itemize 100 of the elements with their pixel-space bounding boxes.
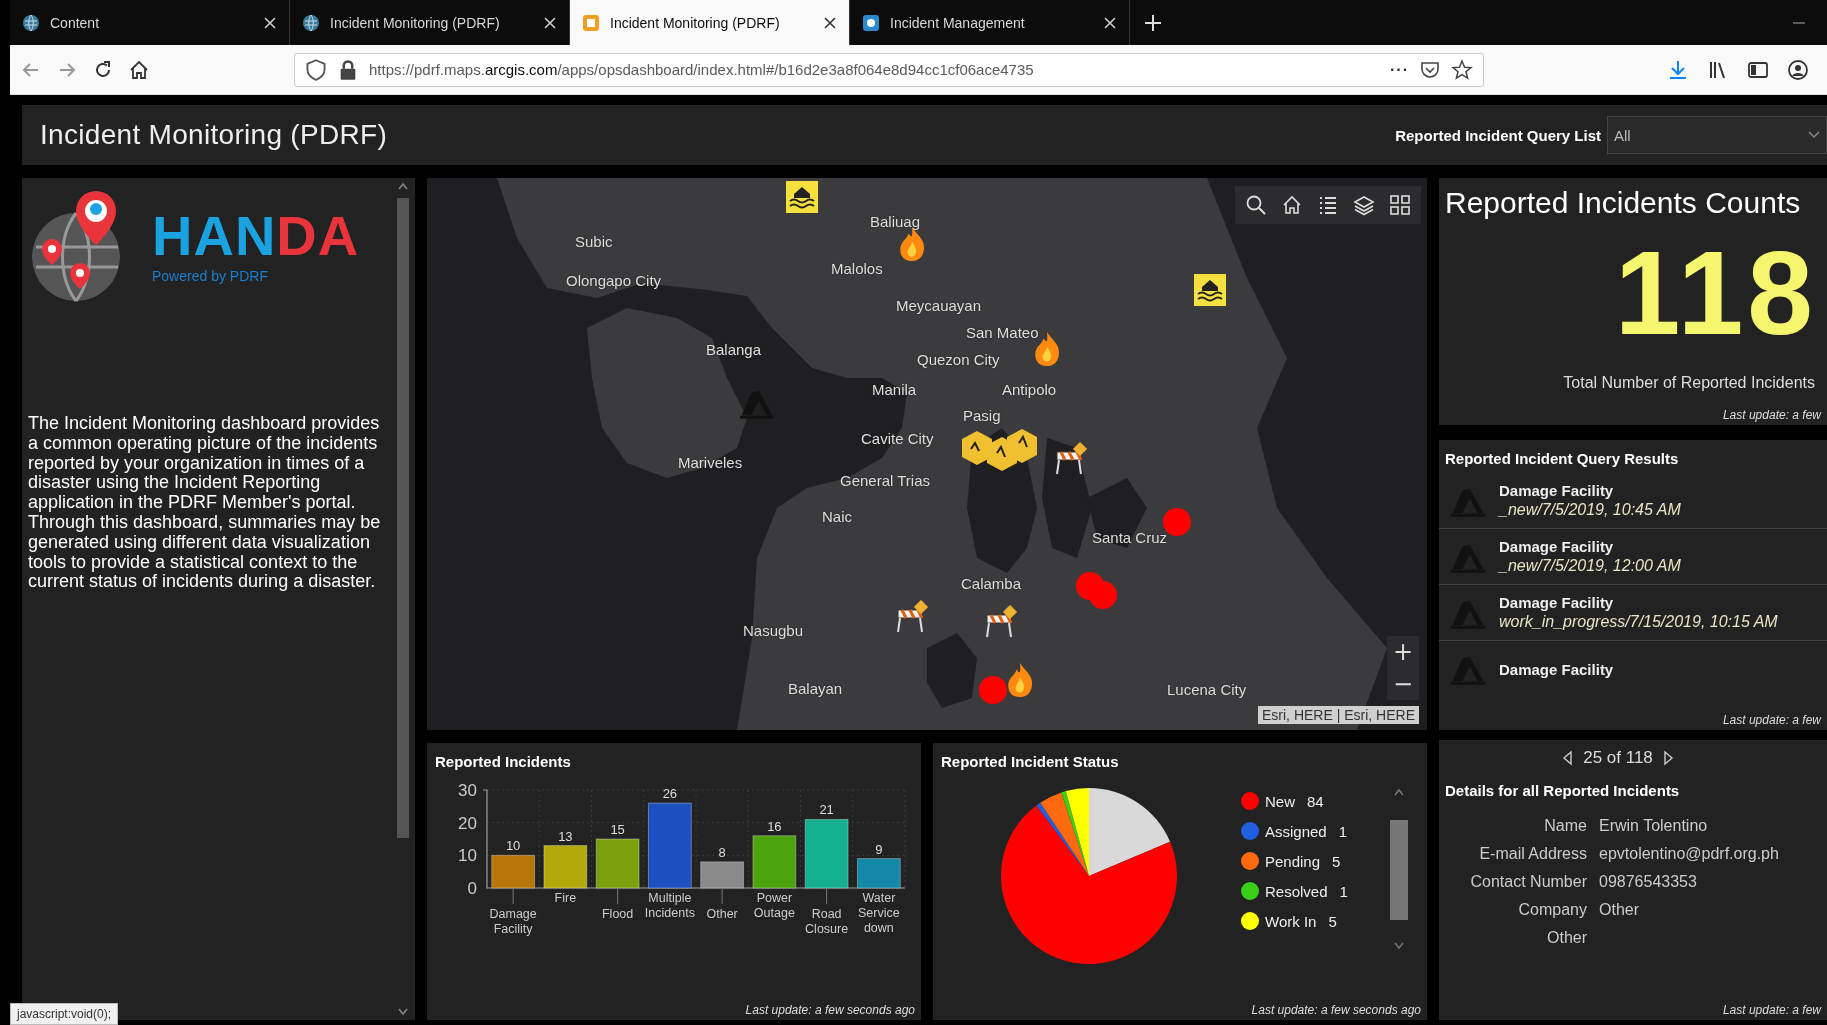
legend-label: Assigned [1265, 822, 1327, 840]
chart-bar[interactable] [595, 838, 640, 889]
axis-label: Damage Facility [489, 907, 537, 936]
axis-label: Multiple Incidents [644, 891, 695, 920]
legend-label: Resolved [1265, 882, 1328, 900]
caret-icon [1808, 131, 1820, 139]
result-item[interactable]: Damage Facility _new/7/5/2019, 12:00 AM [1439, 529, 1827, 585]
incident-dot-icon [978, 675, 1008, 706]
field-label: Other [1546, 929, 1587, 947]
field-value: epvtolentino@pdrf.org.ph [1599, 845, 1780, 863]
bar-value-label: 26 [662, 786, 678, 802]
address-bar[interactable]: https://pdrf.maps.arcgis.com/apps/opsdashboard/index.html#/b16d2e3a8f064e8d94cc1cf06ace4735 ··· [294, 52, 1484, 87]
panel-title: Reported Incidents [435, 753, 572, 770]
result-title: Damage Facility [1499, 660, 1614, 678]
panel-title: Reported Incident Status [941, 753, 1120, 770]
field-value: Erwin Tolentino [1599, 817, 1709, 835]
chart-bar[interactable] [491, 854, 536, 889]
bar-value-label: 9 [875, 841, 883, 857]
place-label: Mariveles [678, 454, 743, 471]
chart-bar[interactable] [543, 845, 588, 889]
chart-bar[interactable] [700, 861, 745, 889]
legend-count: 1 [1338, 822, 1348, 840]
legend-count: 5 [1332, 852, 1341, 870]
pie-slice[interactable] [1089, 788, 1171, 876]
pie-slice[interactable] [1036, 802, 1089, 876]
result-item[interactable]: Damage Facility _new/7/5/2019, 10:45 AM [1439, 473, 1827, 529]
card-title: Reported Incidents Counts [1445, 186, 1802, 220]
chart-bar[interactable] [647, 802, 692, 889]
list-icon[interactable] [1317, 194, 1339, 216]
place-label: Subic [575, 233, 613, 251]
place-label: Baliuag [870, 213, 921, 231]
field-label: Company [1517, 901, 1587, 919]
home-icon[interactable] [128, 58, 150, 81]
map-attribution: Esri, HERE | Esri, HERE [1258, 706, 1419, 724]
download-icon[interactable] [1667, 58, 1689, 81]
scroll-up-icon[interactable] [398, 182, 408, 190]
place-label: Malolos [831, 259, 883, 277]
scrollbar-thumb[interactable] [1390, 820, 1408, 920]
axis-tick-label: 10 [458, 846, 477, 866]
previous-icon[interactable] [1561, 750, 1574, 766]
axis-label: Road Closure [805, 907, 849, 936]
last-update-text: Last update: a few [1722, 1003, 1821, 1017]
place-label: Olongapo City [566, 271, 662, 289]
globe-icon [302, 13, 320, 32]
axis-label: Other [706, 907, 738, 921]
next-icon[interactable] [1662, 750, 1675, 766]
grid-icon[interactable] [1389, 194, 1411, 216]
scroll-up-icon[interactable] [1394, 788, 1404, 796]
axis-label: Water Service down [858, 891, 900, 935]
home-icon[interactable] [1281, 194, 1303, 216]
field-label: Contact Number [1469, 873, 1587, 891]
place-label: General Trias [840, 472, 931, 490]
close-icon[interactable] [823, 15, 837, 30]
tab-favicon-icon [862, 13, 880, 32]
result-title: Damage Facility [1499, 538, 1615, 555]
pie-slice[interactable] [1040, 792, 1089, 876]
query-list-dropdown[interactable]: All [1607, 116, 1827, 154]
tab-favicon-icon [582, 13, 600, 32]
star-icon[interactable] [1451, 58, 1473, 81]
place-label: Balayan [788, 679, 843, 697]
place-label: Calamba [961, 575, 1022, 593]
status-bar: javascript:void(0); [10, 1003, 119, 1025]
search-icon[interactable] [1245, 194, 1267, 216]
count-value: 118 [1613, 234, 1818, 352]
pie-slice[interactable] [1001, 805, 1177, 964]
place-label: Antipolo [1002, 380, 1057, 398]
pager-text: 25 of 118 [1583, 748, 1653, 768]
field-label: Name [1543, 817, 1587, 835]
bar-value-label: 13 [558, 828, 573, 844]
flood-icon [1193, 273, 1227, 308]
globe-icon [22, 13, 40, 32]
query-list-label: Reported Incident Query List [1395, 126, 1601, 144]
result-item[interactable]: Damage Facility [1439, 641, 1827, 697]
chart-bar[interactable] [856, 858, 901, 889]
place-label: Manila [872, 380, 917, 398]
logo-wordmark: HANDA [152, 208, 360, 264]
layers-icon[interactable] [1353, 194, 1375, 216]
scroll-down-icon[interactable] [398, 1008, 408, 1016]
scrollbar-thumb[interactable] [397, 198, 409, 838]
browser-tab[interactable]: Incident Monitoring (PDRF) [570, 0, 850, 45]
count-caption: Total Number of Reported Incidents [1562, 374, 1816, 392]
axis-label: Fire [554, 891, 577, 905]
field-value: 09876543353 [1599, 873, 1698, 891]
result-item[interactable]: Damage Facility work_in_progress/7/15/2019, 10:15 AM [1439, 585, 1827, 641]
card-title: Details for all Reported Incidents [1444, 782, 1681, 799]
chart-bar[interactable] [804, 818, 849, 889]
axis-tick-label: 30 [458, 781, 477, 800]
shield-icon [305, 58, 327, 81]
chart-bar[interactable] [752, 835, 797, 889]
card-title: Reported Incident Query Results [1444, 450, 1680, 467]
place-label: Balanga [706, 341, 762, 359]
bar-value-label: 21 [819, 802, 834, 818]
bar-value-label: 10 [505, 838, 521, 854]
place-label: Santa Cruz [1092, 529, 1168, 547]
axis-label: Power Outage [753, 891, 795, 920]
bar-value-label: 8 [718, 844, 726, 860]
account-icon[interactable] [1787, 58, 1809, 81]
place-label: Cavite City [861, 429, 934, 447]
scroll-down-icon[interactable] [1394, 942, 1404, 950]
bar-value-label: 15 [610, 822, 625, 837]
